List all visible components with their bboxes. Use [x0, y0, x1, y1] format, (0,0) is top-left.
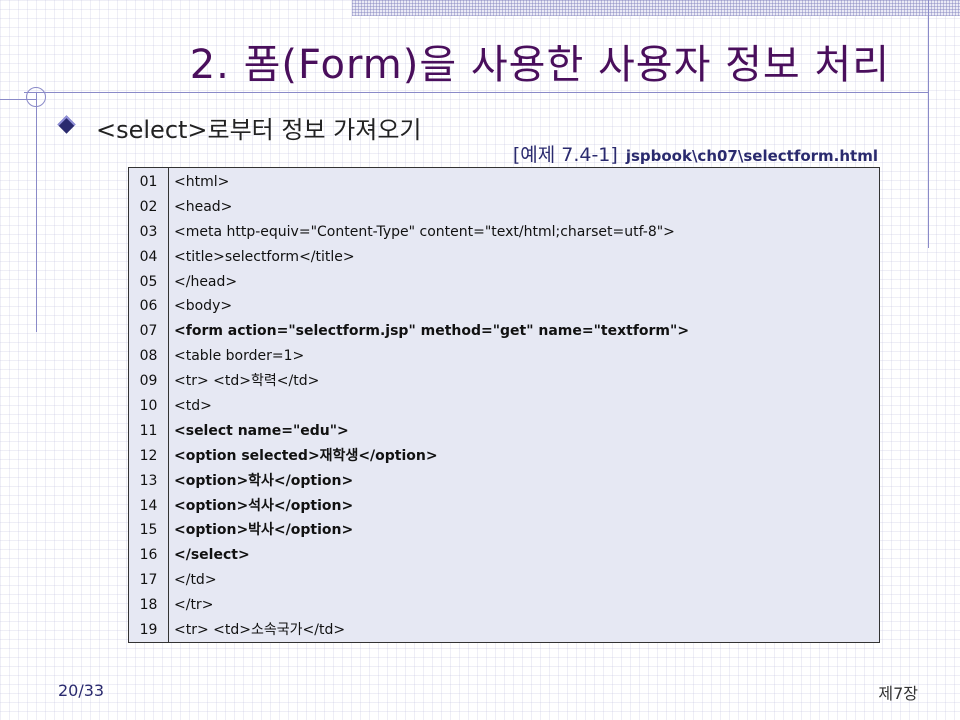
line-number: 14 [139, 497, 158, 514]
code-line: <head> [174, 198, 233, 215]
example-label: [예제 7.4-1] [512, 144, 618, 166]
code-line: </head> [174, 273, 238, 290]
decorative-line [36, 92, 37, 332]
code-listing: 01 02 03 04 05 06 07 08 09 10 11 12 13 14 15 16 17 18 19 <… [128, 167, 880, 643]
line-number: 02 [139, 198, 158, 215]
code-line: <table border=1> [174, 348, 305, 365]
decorative-circle [26, 87, 46, 107]
code-line: <title>selectform</title> [174, 248, 355, 265]
slide-title: 2. 폼(Form)을 사용한 사용자 정보 처리 [189, 42, 890, 88]
line-number: 03 [139, 223, 158, 240]
chapter-label: 제7장 [878, 684, 918, 703]
line-number: 09 [139, 373, 158, 390]
line-number: 10 [139, 398, 158, 415]
code-line: <option>박사</option> [174, 522, 354, 539]
example-path: jspbook\ch07\selectform.html [625, 147, 878, 165]
line-number: 17 [139, 572, 158, 589]
line-number: 01 [139, 174, 158, 190]
line-number: 12 [139, 447, 158, 464]
code-line: <select name="edu"> [174, 422, 349, 439]
code-line: <option selected>재학생</option> [174, 447, 438, 464]
line-number: 08 [139, 348, 158, 365]
code-line: <html> [174, 174, 230, 190]
code-line: <tr> <td>소속국가</td> [174, 622, 346, 639]
code-line: </select> [174, 547, 250, 564]
line-number: 07 [139, 323, 158, 340]
code-line: <td> [174, 398, 212, 415]
line-number: 16 [139, 547, 158, 564]
line-number: 13 [139, 472, 158, 489]
line-number: 06 [139, 298, 158, 315]
code-line: <form action="selectform.jsp" method="ge… [174, 323, 690, 340]
code-line: <body> [174, 298, 233, 315]
code-line: <option>석사</option> [174, 497, 354, 514]
bullet-text: <select>로부터 정보 가져오기 [96, 116, 422, 144]
line-number-column: 01 02 03 04 05 06 07 08 09 10 11 12 13 14 15 16 17 18 19 [129, 168, 169, 642]
line-number: 19 [139, 622, 158, 639]
decorative-line [928, 0, 929, 248]
page-number: 20/33 [58, 681, 105, 700]
code-line: </tr> [174, 597, 214, 614]
line-number: 18 [139, 597, 158, 614]
line-number: 05 [139, 273, 158, 290]
top-decorative-band [352, 0, 960, 16]
code-column: <html> <head> <meta http-equiv="Content-Ty… [174, 170, 689, 643]
line-number: 15 [139, 522, 158, 539]
code-line: <tr> <td>학력</td> [174, 373, 320, 390]
code-line: <meta http-equiv="Content-Type" content=… [174, 223, 675, 240]
code-line: </td> [174, 572, 217, 589]
line-number: 11 [139, 422, 158, 439]
decorative-line [24, 92, 928, 93]
example-reference: [예제 7.4-1] jspbook\ch07\selectform.html [513, 140, 878, 167]
code-line: <option>학사</option> [174, 472, 354, 489]
line-number: 04 [139, 248, 158, 265]
